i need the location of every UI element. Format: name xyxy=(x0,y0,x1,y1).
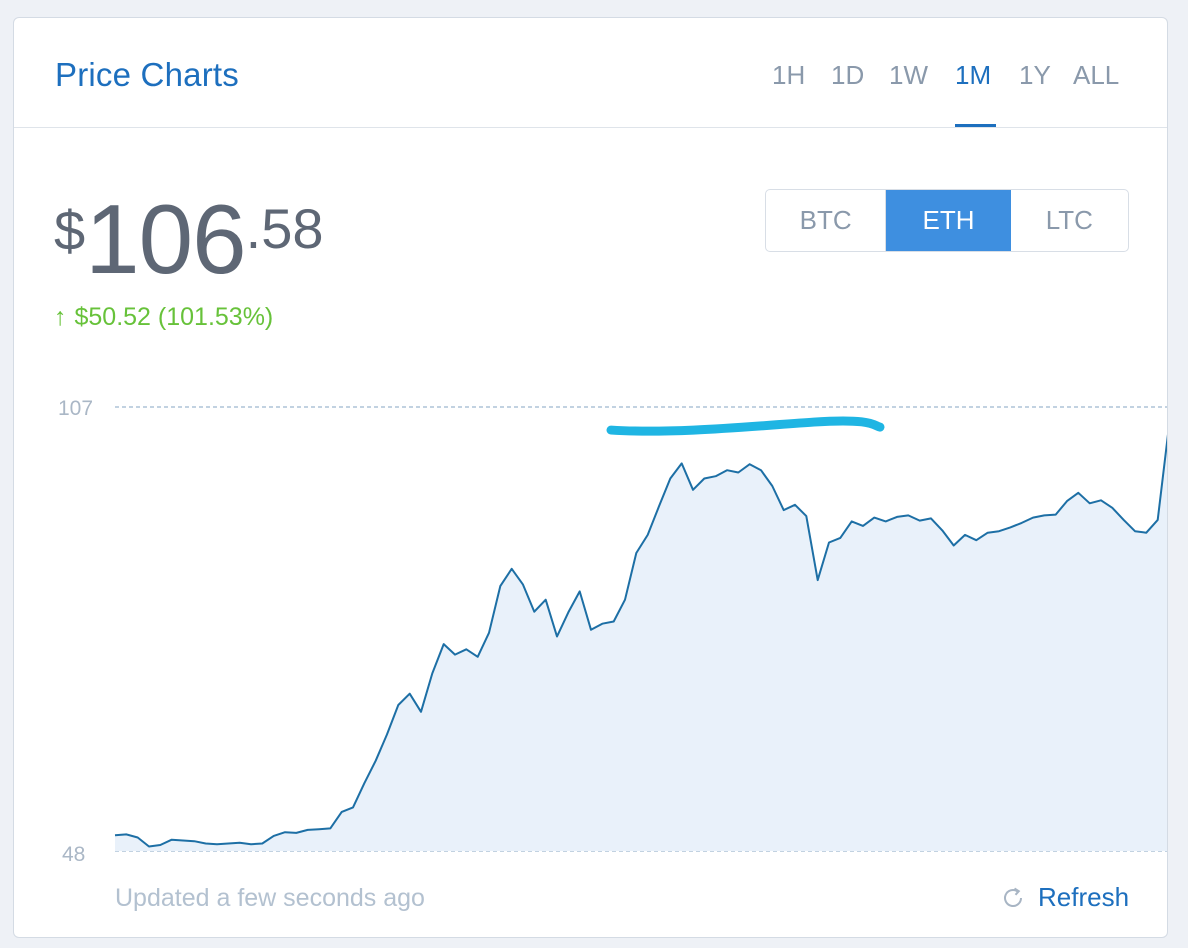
price-area xyxy=(115,442,1167,851)
highlight-annotation xyxy=(606,416,885,436)
refresh-button[interactable]: Refresh xyxy=(1000,882,1129,913)
price-chart: 107 48 xyxy=(58,397,1167,866)
refresh-icon xyxy=(1004,887,1022,907)
y-tick-label-max: 107 xyxy=(58,397,93,420)
refresh-label: Refresh xyxy=(1038,882,1130,912)
price-charts-card: Price Charts 1H 1D 1W 1M 1Y ALL $106.58 … xyxy=(13,17,1168,938)
updated-status: Updated a few seconds ago xyxy=(115,884,425,912)
y-tick-label-min: 48 xyxy=(62,843,85,866)
